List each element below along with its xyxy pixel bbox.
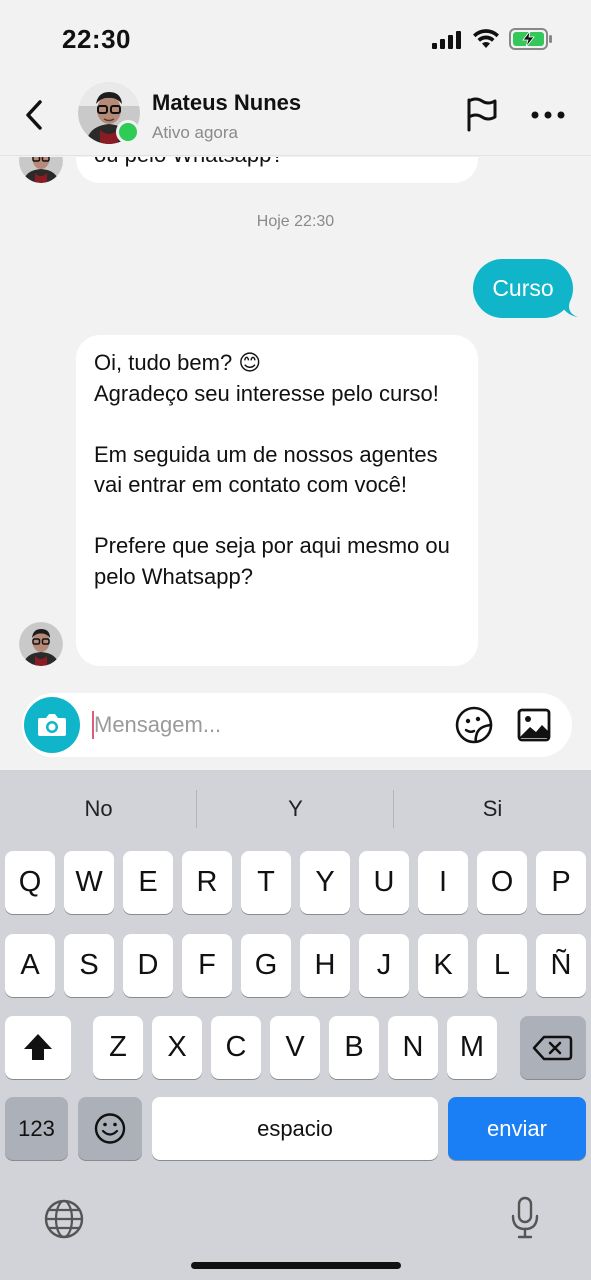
- key-t[interactable]: T: [241, 851, 291, 914]
- contact-name[interactable]: Mateus Nunes: [152, 90, 301, 116]
- key-w[interactable]: W: [64, 851, 114, 914]
- chat-header: Mateus Nunes Ativo agora: [0, 78, 591, 156]
- key-b[interactable]: B: [329, 1016, 379, 1079]
- key-v[interactable]: V: [270, 1016, 320, 1079]
- suggestion-2[interactable]: Y: [197, 770, 394, 848]
- battery-charging-icon: [509, 28, 552, 50]
- back-arrow-icon[interactable]: [22, 98, 48, 132]
- contact-status: Ativo agora: [152, 123, 238, 142]
- camera-button[interactable]: [24, 697, 80, 753]
- status-time: 22:30: [62, 24, 131, 54]
- message-composer: [22, 693, 572, 757]
- key-u[interactable]: U: [359, 851, 409, 914]
- key-d[interactable]: D: [123, 934, 173, 997]
- cellular-signal-icon: [432, 31, 461, 49]
- numbers-key[interactable]: 123: [5, 1097, 68, 1160]
- sent-bubble-tail: [560, 301, 578, 317]
- key-n[interactable]: N: [388, 1016, 438, 1079]
- previous-message-bubble: ou pelo Whatsapp?: [76, 157, 478, 183]
- key-c[interactable]: C: [211, 1016, 261, 1079]
- key-a[interactable]: A: [5, 934, 55, 997]
- shift-key[interactable]: [5, 1016, 71, 1079]
- key-l[interactable]: L: [477, 934, 527, 997]
- emoji-icon: [94, 1113, 126, 1144]
- key-e[interactable]: E: [123, 851, 173, 914]
- suggestion-1[interactable]: No: [0, 770, 197, 848]
- microphone-icon[interactable]: [510, 1196, 540, 1240]
- sticker-icon[interactable]: [455, 706, 493, 744]
- flag-icon[interactable]: [464, 96, 498, 132]
- online-status-indicator: [116, 120, 140, 144]
- suggestion-3[interactable]: Si: [394, 770, 591, 848]
- key-p[interactable]: P: [536, 851, 586, 914]
- shift-icon: [24, 1034, 52, 1060]
- previous-message-text: ou pelo Whatsapp?: [94, 157, 284, 171]
- wifi-icon: [473, 29, 499, 48]
- camera-icon: [38, 714, 66, 736]
- chat-thread[interactable]: ou pelo Whatsapp? Hoje 22:30 Curso Oi, t…: [0, 157, 591, 690]
- key-q[interactable]: Q: [5, 851, 55, 914]
- globe-icon[interactable]: [43, 1198, 85, 1240]
- emoji-key[interactable]: [78, 1097, 142, 1160]
- received-message-bubble[interactable]: Oi, tudo bem? 😊 Agradeço seu interesse p…: [76, 335, 478, 666]
- image-icon[interactable]: [516, 707, 552, 743]
- sent-message-bubble[interactable]: Curso: [473, 259, 573, 318]
- keyboard: No Y Si Q W E R T Y U I O P A S D F G H …: [0, 770, 591, 1280]
- key-k[interactable]: K: [418, 934, 468, 997]
- send-key[interactable]: enviar: [448, 1097, 586, 1160]
- key-j[interactable]: J: [359, 934, 409, 997]
- key-y[interactable]: Y: [300, 851, 350, 914]
- key-m[interactable]: M: [447, 1016, 497, 1079]
- message-input[interactable]: [94, 707, 434, 743]
- key-z[interactable]: Z: [93, 1016, 143, 1079]
- home-indicator[interactable]: [191, 1262, 401, 1269]
- status-bar: 22:30: [0, 0, 591, 78]
- key-i[interactable]: I: [418, 851, 468, 914]
- backspace-key[interactable]: [520, 1016, 586, 1079]
- key-s[interactable]: S: [64, 934, 114, 997]
- key-o[interactable]: O: [477, 851, 527, 914]
- contact-avatar-small: [19, 157, 63, 183]
- backspace-icon: [532, 1035, 573, 1061]
- more-options-icon[interactable]: [531, 110, 565, 120]
- date-separator: Hoje 22:30: [256, 213, 335, 230]
- contact-avatar-small: [19, 622, 63, 666]
- key-g[interactable]: G: [241, 934, 291, 997]
- key-r[interactable]: R: [182, 851, 232, 914]
- space-key[interactable]: espacio: [152, 1097, 438, 1160]
- key-x[interactable]: X: [152, 1016, 202, 1079]
- key-f[interactable]: F: [182, 934, 232, 997]
- key-n-tilde[interactable]: Ñ: [536, 934, 586, 997]
- key-h[interactable]: H: [300, 934, 350, 997]
